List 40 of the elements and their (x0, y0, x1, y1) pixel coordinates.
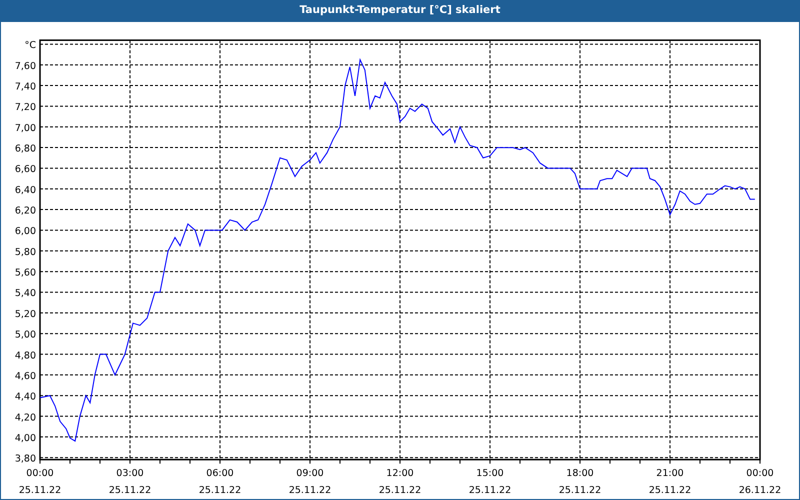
y-axis-label: 7,00 (14, 122, 36, 134)
y-axis-label: 6,20 (14, 206, 36, 217)
x-axis-date-label: 26.11.22 (738, 485, 782, 496)
y-axis-label: 7,20 (14, 102, 36, 114)
x-axis-date-label: 25.11.22 (198, 485, 242, 496)
y-axis-label: 4,40 (14, 392, 36, 403)
y-axis-label: 7,40 (14, 82, 36, 93)
x-axis-label: 18:00 (566, 468, 594, 479)
x-axis-date-label: 25.11.22 (288, 485, 332, 496)
y-axis-label: 4,60 (14, 370, 36, 382)
y-axis-label: 4,80 (14, 350, 36, 362)
x-axis-date-label: 25.11.22 (648, 485, 692, 496)
x-axis-label: 06:00 (206, 468, 234, 479)
x-axis-label: 00:00 (746, 468, 774, 479)
x-axis-date-label: 25.11.22 (378, 485, 422, 496)
y-axis-label: 3,80 (14, 454, 36, 465)
y-axis-label: 5,40 (14, 288, 36, 300)
y-axis-label: 6,00 (14, 226, 36, 238)
y-axis-label: 5,00 (14, 330, 36, 341)
x-axis-date-label: 25.11.22 (558, 485, 602, 496)
x-axis-label: 15:00 (476, 468, 504, 479)
x-axis-label: 00:00 (26, 468, 54, 479)
y-axis-label: 7,60 (14, 60, 36, 72)
y-axis-label: 5,60 (14, 268, 36, 279)
y-axis-label: °C (24, 40, 36, 52)
y-axis-label: 6,80 (14, 144, 36, 155)
y-axis-label: 5,20 (14, 308, 36, 320)
y-axis-label: 6,60 (14, 164, 36, 176)
x-axis-label: 21:00 (656, 468, 684, 479)
x-axis-date-label: 25.11.22 (18, 485, 62, 496)
x-axis-label: 09:00 (296, 468, 324, 479)
x-axis-date-label: 25.11.22 (108, 485, 152, 496)
x-axis-date-label: 25.11.22 (468, 485, 512, 496)
y-axis-label: 5,80 (14, 246, 36, 258)
y-axis-label: 4,20 (14, 412, 36, 424)
window-title: Taupunkt-Temperatur [°C] skaliert (300, 3, 500, 18)
y-axis-label: 6,40 (14, 184, 36, 196)
x-axis-label: 12:00 (386, 468, 414, 479)
x-axis-label: 03:00 (116, 468, 144, 479)
y-axis-label: 4,00 (14, 432, 36, 444)
